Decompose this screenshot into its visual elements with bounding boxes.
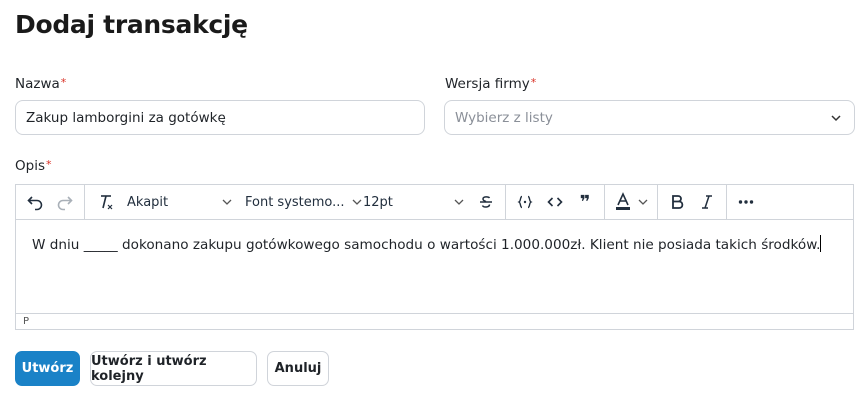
required-mark: *: [530, 76, 537, 89]
editor-content[interactable]: W dniu _____ dokonano zakupu gotówkowego…: [32, 235, 837, 253]
font-family-value: Font systemo...: [245, 194, 345, 210]
rich-text-editor: Akapit Font systemo... 12pt ❞ W dniu ___…: [15, 184, 854, 330]
format-group: Akapit Font systemo... 12pt: [85, 184, 506, 220]
company-version-label: Wersja firmy*: [445, 76, 536, 92]
name-label: Nazwa*: [15, 76, 66, 92]
create-button-label: Utwórz: [21, 361, 74, 376]
font-size-value: 12pt: [363, 194, 393, 210]
create-and-next-button[interactable]: Utwórz i utwórz kolejny: [90, 351, 257, 386]
undo-icon[interactable]: [20, 188, 50, 216]
cancel-button-label: Anuluj: [274, 361, 322, 376]
clear-formatting-icon[interactable]: [91, 188, 121, 216]
page-title: Dodaj transakcję: [15, 10, 248, 39]
font-family-dropdown[interactable]: Font systemo...: [239, 188, 362, 216]
history-group: [16, 184, 85, 220]
chevron-down-icon: [453, 196, 465, 208]
more-group: [727, 185, 765, 220]
redo-icon[interactable]: [50, 188, 80, 216]
code-group: ❞: [506, 184, 605, 220]
company-version-label-text: Wersja firmy: [445, 76, 530, 92]
strikethrough-icon[interactable]: [471, 188, 501, 216]
font-size-dropdown[interactable]: 12pt: [357, 188, 471, 216]
required-mark: *: [60, 76, 67, 89]
company-version-placeholder: Wybierz z listy: [455, 109, 553, 126]
create-and-next-button-label: Utwórz i utwórz kolejny: [91, 353, 207, 384]
source-code-icon[interactable]: [540, 188, 570, 216]
italic-icon[interactable]: [692, 188, 722, 216]
text-color-icon[interactable]: [611, 188, 635, 216]
required-mark: *: [45, 158, 52, 171]
blockquote-glyph: ❞: [579, 191, 591, 213]
chevron-down-icon: [830, 112, 842, 124]
editor-statusbar: P: [16, 313, 853, 329]
chevron-down-icon: [221, 196, 233, 208]
color-group: [605, 184, 658, 220]
chevron-down-icon[interactable]: [635, 188, 651, 216]
name-label-text: Nazwa: [15, 76, 60, 92]
name-input[interactable]: [15, 100, 425, 135]
code-sample-icon[interactable]: [510, 188, 540, 216]
more-options-icon[interactable]: [731, 188, 761, 216]
description-label: Opis*: [15, 158, 51, 174]
blockquote-icon[interactable]: ❞: [570, 188, 600, 216]
editor-paragraph: W dniu _____ dokonano zakupu gotówkowego…: [32, 237, 821, 253]
text-caret: [820, 235, 822, 252]
cancel-button[interactable]: Anuluj: [267, 351, 329, 386]
block-format-value: Akapit: [127, 194, 169, 210]
style-group: [658, 184, 727, 220]
create-button[interactable]: Utwórz: [15, 351, 80, 386]
element-path[interactable]: P: [23, 316, 29, 327]
bold-icon[interactable]: [662, 188, 692, 216]
editor-toolbar: Akapit Font systemo... 12pt ❞: [16, 184, 853, 220]
block-format-dropdown[interactable]: Akapit: [121, 188, 239, 216]
company-version-select[interactable]: Wybierz z listy: [444, 100, 855, 135]
description-label-text: Opis: [15, 158, 45, 174]
